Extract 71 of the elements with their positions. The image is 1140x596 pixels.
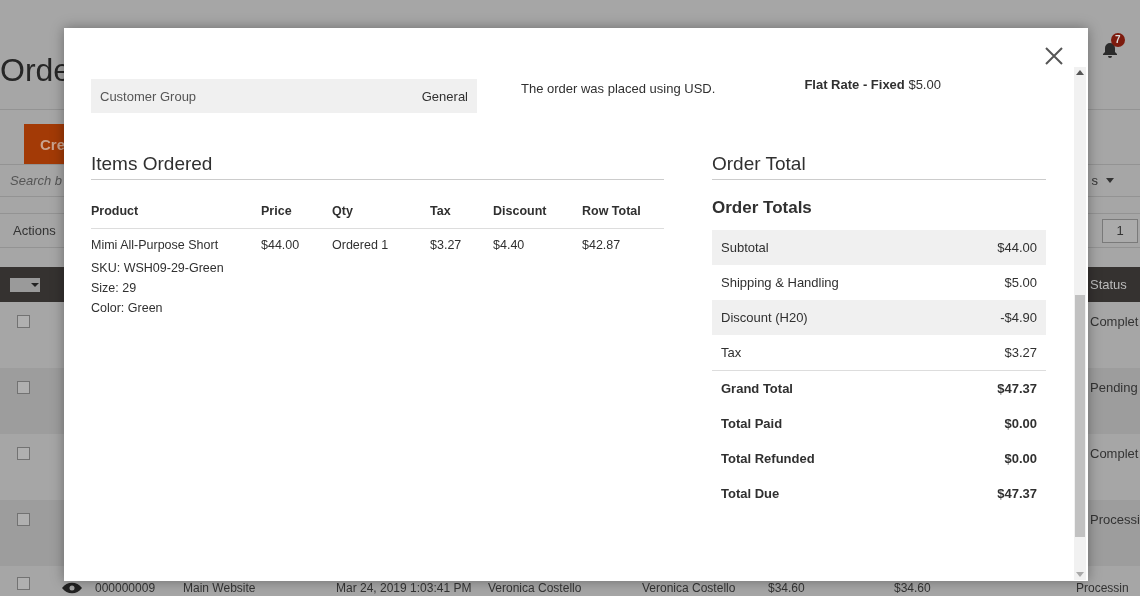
notification-badge: 7 xyxy=(1111,32,1125,47)
total-value: $3.27 xyxy=(1004,345,1037,360)
status-cell: Complet xyxy=(1090,314,1140,329)
total-label: Total Paid xyxy=(721,416,783,431)
row-checkbox[interactable] xyxy=(17,381,30,394)
table-cell: Ordered 1 xyxy=(332,238,389,252)
close-button[interactable] xyxy=(1044,46,1064,66)
status-cell: Complet xyxy=(1090,446,1140,461)
scroll-up-icon[interactable] xyxy=(1076,70,1084,75)
total-value: $47.37 xyxy=(997,486,1037,501)
table-cell-text: Veronica Costello xyxy=(642,582,737,595)
total-label: Total Due xyxy=(721,486,780,501)
table-cell-text: $34.60 xyxy=(768,582,806,595)
status-cell: Processi xyxy=(1090,512,1140,527)
total-label: Tax xyxy=(721,345,742,360)
caret-icon xyxy=(30,281,40,288)
total-value: $0.00 xyxy=(1004,451,1037,466)
total-value: $5.00 xyxy=(1004,275,1037,290)
table-cell: $42.87 xyxy=(582,238,621,252)
table-cell: $4.40 xyxy=(493,238,525,252)
total-label: Shipping & Handling xyxy=(721,275,839,290)
subsection-heading: Order Totals xyxy=(712,198,813,218)
shipping-method: Flat Rate - Fixed $5.00 xyxy=(804,77,941,92)
table-cell: $3.27 xyxy=(430,238,462,252)
info-label: Customer Group xyxy=(100,88,197,104)
caret-icon xyxy=(1106,178,1114,183)
total-value: $47.37 xyxy=(997,381,1037,396)
product-detail: SKU: WSH09-29-Green xyxy=(91,261,225,275)
column-header: Price xyxy=(261,204,292,218)
total-label: Discount (H20) xyxy=(721,310,808,325)
total-value: $0.00 xyxy=(1004,416,1037,431)
row-checkbox[interactable] xyxy=(17,513,30,526)
status-cell-text: Pending xyxy=(1090,380,1139,395)
column-header: Product xyxy=(91,204,139,218)
section-heading: Items Ordered xyxy=(91,153,664,180)
table-cell: $44.00 xyxy=(261,238,300,252)
column-header: Tax xyxy=(430,204,451,218)
mass-select-control[interactable] xyxy=(10,277,40,292)
table-cell-text: Mar 24, 2019 1:03:41 PM xyxy=(336,582,473,595)
total-value: -$4.90 xyxy=(1000,310,1037,325)
total-value: $44.00 xyxy=(997,240,1037,255)
row-checkbox[interactable] xyxy=(17,577,30,590)
info-value: General xyxy=(421,88,468,104)
row-checkbox[interactable] xyxy=(17,447,30,460)
scrollbar[interactable] xyxy=(1074,67,1086,580)
product-name: Mimi All-Purpose Short xyxy=(91,238,220,252)
table-cell: Processin xyxy=(1076,582,1126,595)
section-heading: Order Total xyxy=(712,153,1046,180)
page-field[interactable]: 1 xyxy=(1102,218,1138,243)
total-label: Grand Total xyxy=(721,381,793,396)
currency-note: The order was placed using USD. xyxy=(521,81,716,96)
total-label: Subtotal xyxy=(721,240,769,255)
table-cell-text: Main Website xyxy=(183,582,257,595)
eye-icon[interactable] xyxy=(61,582,83,594)
column-header[interactable]: Status xyxy=(1090,277,1140,292)
table-cell-text: $34.60 xyxy=(894,582,932,595)
column-header: Discount xyxy=(493,204,547,218)
total-label: Total Refunded xyxy=(721,451,815,466)
product-detail: Color: Green xyxy=(91,301,164,315)
search-field[interactable]: Search b xyxy=(0,166,64,195)
product-detail: Size: 29 xyxy=(91,281,138,295)
scroll-down-icon[interactable] xyxy=(1076,572,1084,577)
column-header: Qty xyxy=(332,204,353,218)
table-cell-text: 000000009 xyxy=(95,582,157,595)
column-header: Row Total xyxy=(582,204,641,218)
bell-icon[interactable] xyxy=(1102,41,1118,58)
create-button[interactable]: Cre xyxy=(24,124,64,164)
actions-dropdown[interactable]: Actions xyxy=(0,222,62,239)
columns-dropdown[interactable]: s xyxy=(1085,172,1120,189)
row-checkbox[interactable] xyxy=(17,315,30,328)
table-cell-text: Veronica Costello xyxy=(488,582,583,595)
